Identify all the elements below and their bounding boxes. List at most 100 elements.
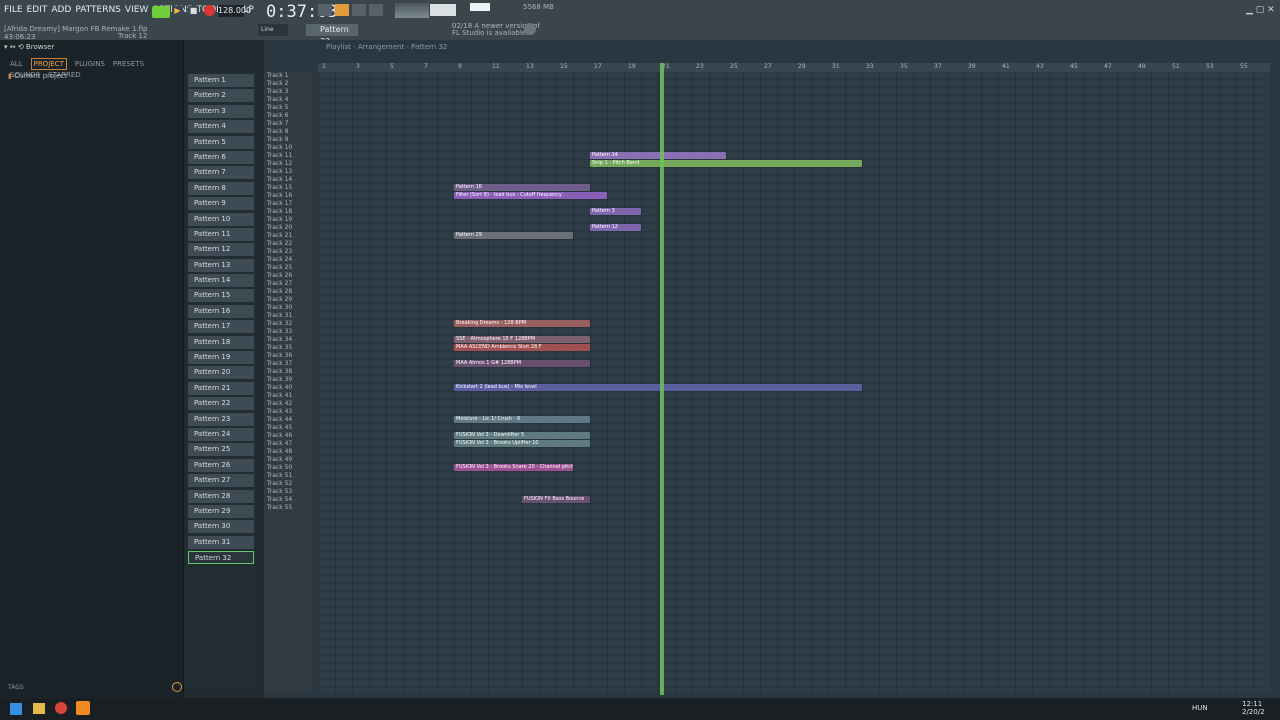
playlist-clip[interactable]: MAA ASCEND Ambience Shot 28 F (454, 344, 590, 351)
metronome-icon[interactable] (318, 4, 332, 16)
track-header[interactable]: Track 12 (264, 160, 312, 168)
track-header[interactable]: Track 53 (264, 488, 312, 496)
browser-tab-project[interactable]: PROJECT (30, 58, 67, 70)
playlist-clip[interactable]: Pattern 12 (590, 224, 641, 231)
pattern-item[interactable]: Pattern 20 (188, 366, 254, 380)
pattern-item[interactable]: Pattern 19 (188, 351, 254, 365)
pattern-item[interactable]: Pattern 9 (188, 197, 254, 211)
track-header[interactable]: Track 13 (264, 168, 312, 176)
track-header[interactable]: Track 19 (264, 216, 312, 224)
playlist-clip[interactable]: Moisture - Lic 1/ Crush - 6 (454, 416, 590, 423)
track-header[interactable]: Track 18 (264, 208, 312, 216)
track-header[interactable]: Track 14 (264, 176, 312, 184)
track-header[interactable]: Track 44 (264, 416, 312, 424)
news-close-icon[interactable] (524, 23, 536, 35)
countdown-icon[interactable] (335, 4, 349, 16)
pattern-item[interactable]: Pattern 15 (188, 289, 254, 303)
window-controls[interactable]: ▁ ▢ ✕ (1246, 5, 1275, 15)
playlist-clip[interactable]: FUSION Vol 3 - Brooks Snare 20 - Channel… (454, 464, 573, 471)
pattern-item[interactable]: Pattern 31 (188, 535, 254, 549)
pattern-item[interactable]: Pattern 16 (188, 304, 254, 318)
menu-file[interactable]: FILE (4, 5, 23, 15)
playlist-clip[interactable]: FUSION Vol 3 - Downlifter 5 (454, 432, 590, 439)
pattern-item[interactable]: Pattern 5 (188, 135, 254, 149)
pattern-item[interactable]: Pattern 28 (188, 489, 254, 503)
track-header[interactable]: Track 33 (264, 328, 312, 336)
chrome-icon[interactable] (55, 702, 67, 714)
pattern-item[interactable]: Pattern 22 (188, 397, 254, 411)
pattern-item[interactable]: Pattern 30 (188, 520, 254, 534)
pattern-item[interactable]: Pattern 29 (188, 504, 254, 518)
playlist-clip[interactable]: Filter (Sort 8) - lead bus - Cutoff freq… (454, 192, 607, 199)
track-header[interactable]: Track 32 (264, 320, 312, 328)
track-header[interactable]: Track 24 (264, 256, 312, 264)
pattern-item[interactable]: Pattern 14 (188, 274, 254, 288)
track-header[interactable]: Track 37 (264, 360, 312, 368)
pattern-item[interactable]: Pattern 10 (188, 212, 254, 226)
track-header[interactable]: Track 39 (264, 376, 312, 384)
track-header[interactable]: Track 20 (264, 224, 312, 232)
play-button[interactable]: ▶ (172, 6, 183, 17)
pattern-item[interactable]: Pattern 17 (188, 320, 254, 334)
menu-add[interactable]: ADD (51, 5, 71, 15)
track-header[interactable]: Track 28 (264, 288, 312, 296)
track-header[interactable]: Track 49 (264, 456, 312, 464)
track-header[interactable]: Track 1 (264, 72, 312, 80)
track-header[interactable]: Track 43 (264, 408, 312, 416)
pattern-item[interactable]: Pattern 7 (188, 166, 254, 180)
playlist-clip[interactable]: SSE - Atmosphere 15 F 128BPM (454, 336, 590, 343)
pattern-item[interactable]: Pattern 8 (188, 181, 254, 195)
tempo-display[interactable]: 128.000 (218, 5, 251, 17)
playlist-clip[interactable]: Pattern 16 (454, 184, 590, 191)
pattern-item[interactable]: Pattern 26 (188, 458, 254, 472)
track-header[interactable]: Track 26 (264, 272, 312, 280)
playlist-clip[interactable]: Breaking Dreams - 128 BPM (454, 320, 590, 327)
track-header[interactable]: Track 5 (264, 104, 312, 112)
menu-view[interactable]: VIEW (125, 5, 148, 15)
playlist-clip[interactable]: FUSION Vol 3 - Brooks Uplifter 10 (454, 440, 590, 447)
playlist-clip[interactable]: FUSION FX Bass Bounce (522, 496, 590, 503)
pattern-item[interactable]: Pattern 3 (188, 104, 254, 118)
date[interactable]: 2/20/2 (1242, 708, 1265, 716)
pattern-item[interactable]: Pattern 6 (188, 150, 254, 164)
track-header[interactable]: Track 23 (264, 248, 312, 256)
track-header[interactable]: Track 45 (264, 424, 312, 432)
track-header[interactable]: Track 30 (264, 304, 312, 312)
track-header[interactable]: Track 17 (264, 200, 312, 208)
track-header[interactable]: Track 46 (264, 432, 312, 440)
language-indicator[interactable]: HUN (1192, 704, 1208, 712)
playlist-clip[interactable]: Pattern 3 (590, 208, 641, 215)
explorer-icon[interactable] (33, 703, 45, 714)
playlist-clip[interactable]: MAA Atmos 1 G# 128BPM (454, 360, 590, 367)
pattern-selector[interactable]: Pattern 32 (306, 24, 358, 46)
track-header[interactable]: Track 51 (264, 472, 312, 480)
pattern-item[interactable]: Pattern 11 (188, 227, 254, 241)
pattern-item[interactable]: Pattern 12 (188, 243, 254, 257)
track-header[interactable]: Track 21 (264, 232, 312, 240)
track-header[interactable]: Track 8 (264, 128, 312, 136)
track-header[interactable]: Track 55 (264, 504, 312, 512)
pattern-item[interactable]: Pattern 13 (188, 258, 254, 272)
playlist-grid[interactable]: Pattern 14 Snip 1 - Pitch Bend Pattern 16 F… (318, 72, 1270, 692)
search-icon[interactable] (172, 682, 182, 692)
current-project-item[interactable]: ▮ Current project (8, 72, 67, 80)
menu-edit[interactable]: EDIT (27, 5, 48, 15)
track-header[interactable]: Track 42 (264, 400, 312, 408)
track-header[interactable]: Track 41 (264, 392, 312, 400)
playhead[interactable] (660, 63, 664, 695)
playlist-clip[interactable]: Pattern 29 (454, 232, 573, 239)
browser-tab-plugins[interactable]: PLUGINS (75, 60, 105, 68)
pattern-item[interactable]: Pattern 18 (188, 335, 254, 349)
track-header[interactable]: Track 52 (264, 480, 312, 488)
record-mode-icon[interactable] (352, 4, 366, 16)
clock[interactable]: 12:11 (1242, 700, 1262, 708)
track-header[interactable]: Track 29 (264, 296, 312, 304)
track-header[interactable]: Track 35 (264, 344, 312, 352)
track-header[interactable]: Track 38 (264, 368, 312, 376)
track-header[interactable]: Track 25 (264, 264, 312, 272)
playlist-clip[interactable]: Snip 1 - Pitch Bend (590, 160, 862, 167)
track-header[interactable]: Track 31 (264, 312, 312, 320)
pattern-item[interactable]: Pattern 25 (188, 443, 254, 457)
track-header[interactable]: Track 4 (264, 96, 312, 104)
pattern-item[interactable]: Pattern 2 (188, 89, 254, 103)
